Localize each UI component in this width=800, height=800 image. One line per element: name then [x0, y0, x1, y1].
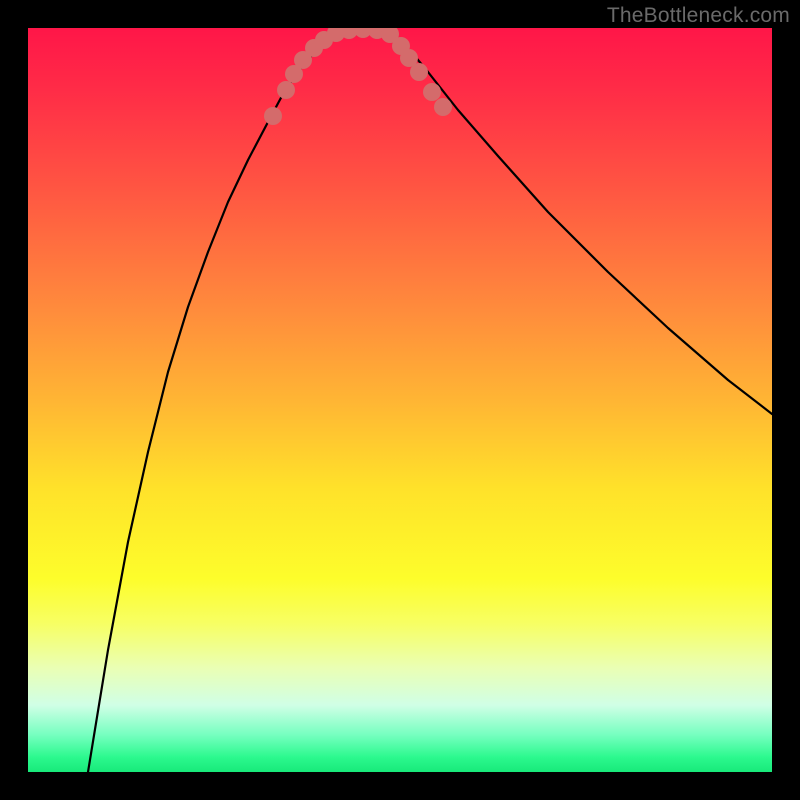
curve-path	[88, 30, 772, 772]
highlight-dot	[277, 81, 295, 99]
highlight-dot	[434, 98, 452, 116]
chart-frame: TheBottleneck.com	[0, 0, 800, 800]
watermark-text: TheBottleneck.com	[607, 4, 790, 28]
highlight-dot	[410, 63, 428, 81]
highlight-dot	[264, 107, 282, 125]
bottleneck-curve	[88, 30, 772, 772]
highlight-markers	[264, 28, 452, 125]
chart-svg	[28, 28, 772, 772]
highlight-dot	[423, 83, 441, 101]
